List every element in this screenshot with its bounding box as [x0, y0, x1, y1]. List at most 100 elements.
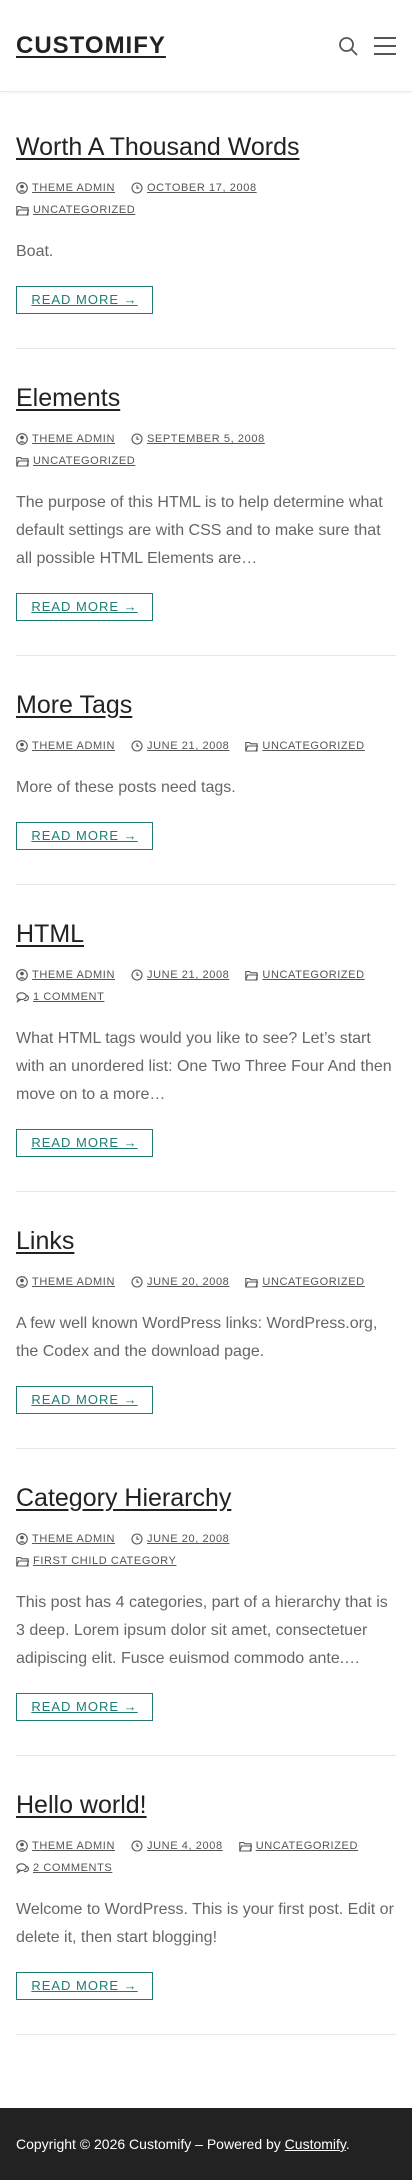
- post-author-text: THEME ADMIN: [32, 969, 115, 981]
- post-date-link[interactable]: JUNE 20, 2008: [131, 1533, 229, 1545]
- post-date-text: OCTOBER 17, 2008: [147, 182, 257, 194]
- post-title-link[interactable]: Worth A Thousand Words: [16, 132, 396, 162]
- post-author-link[interactable]: THEME ADMIN: [16, 433, 115, 445]
- post-item: Category Hierarchy THEME ADMIN JUNE 20, …: [16, 1449, 396, 1756]
- post-author-text: THEME ADMIN: [32, 182, 115, 194]
- menu-icon-bar: [374, 44, 396, 47]
- footer-copyright: Copyright © 2026 Customify – Powered by …: [16, 2136, 350, 2152]
- post-date-link[interactable]: JUNE 20, 2008: [131, 1276, 229, 1288]
- read-more-button[interactable]: READ MORE →: [16, 1972, 153, 2000]
- post-category-text: FIRST CHILD CATEGORY: [33, 1555, 177, 1567]
- read-more-button[interactable]: READ MORE →: [16, 1693, 153, 1721]
- post-comments-link[interactable]: 2 COMMENTS: [16, 1862, 112, 1874]
- post-author-link[interactable]: THEME ADMIN: [16, 1276, 115, 1288]
- post-author-text: THEME ADMIN: [32, 1276, 115, 1288]
- read-more-button[interactable]: READ MORE →: [16, 593, 153, 621]
- post-item: More Tags THEME ADMIN JUNE 21, 2008 UNCA…: [16, 656, 396, 885]
- read-more-button[interactable]: READ MORE →: [16, 1386, 153, 1414]
- post-title-link[interactable]: More Tags: [16, 690, 396, 720]
- user-icon: [16, 969, 28, 981]
- post-date-text: JUNE 20, 2008: [147, 1533, 230, 1545]
- post-author-text: THEME ADMIN: [32, 740, 115, 752]
- post-excerpt: More of these posts need tags.: [16, 779, 236, 796]
- search-icon: [339, 36, 358, 55]
- footer-customify-link[interactable]: Customify: [285, 2136, 346, 2152]
- post-date-text: JUNE 4, 2008: [147, 1840, 223, 1852]
- post-category-text: UNCATEGORIZED: [33, 204, 136, 216]
- post-item: Hello world! THEME ADMIN JUNE 4, 2008 UN…: [16, 1756, 396, 2035]
- post-author-link[interactable]: THEME ADMIN: [16, 969, 115, 981]
- post-date-link[interactable]: SEPTEMBER 5, 2008: [131, 433, 265, 445]
- post-author-text: THEME ADMIN: [32, 1533, 115, 1545]
- post-author-link[interactable]: THEME ADMIN: [16, 1533, 115, 1545]
- post-title-link[interactable]: Links: [16, 1226, 396, 1256]
- post-meta: THEME ADMIN JUNE 20, 2008 FIRST CHILD CA…: [16, 1533, 396, 1567]
- read-more-button[interactable]: READ MORE →: [16, 286, 153, 314]
- post-category-link[interactable]: UNCATEGORIZED: [245, 969, 364, 981]
- post-date-text: JUNE 20, 2008: [147, 1276, 230, 1288]
- menu-icon-bar: [374, 52, 396, 55]
- user-icon: [16, 1840, 28, 1852]
- post-category-link[interactable]: UNCATEGORIZED: [245, 740, 364, 752]
- post-meta: THEME ADMIN OCTOBER 17, 2008 UNCATEGORIZ…: [16, 182, 396, 216]
- post-meta: THEME ADMIN JUNE 4, 2008 UNCATEGORIZED 2…: [16, 1840, 396, 1874]
- post-comments-link[interactable]: 1 COMMENT: [16, 991, 104, 1003]
- post-category-text: UNCATEGORIZED: [262, 969, 365, 981]
- post-excerpt: This post has 4 categories, part of a hi…: [16, 1594, 388, 1667]
- post-list: Worth A Thousand Words THEME ADMIN OCTOB…: [0, 92, 412, 2035]
- folder-icon: [245, 1277, 259, 1288]
- post-comments-text: 2 COMMENTS: [33, 1862, 113, 1874]
- user-icon: [16, 1533, 28, 1545]
- post-category-text: UNCATEGORIZED: [33, 455, 136, 467]
- post-author-link[interactable]: THEME ADMIN: [16, 182, 115, 194]
- folder-icon: [16, 1556, 29, 1567]
- post-item: Links THEME ADMIN JUNE 20, 2008 UNCATEGO…: [16, 1192, 396, 1449]
- post-date-link[interactable]: OCTOBER 17, 2008: [131, 182, 257, 194]
- post-excerpt: A few well known WordPress links: WordPr…: [16, 1315, 378, 1360]
- post-date-text: SEPTEMBER 5, 2008: [147, 433, 265, 445]
- read-more-button[interactable]: READ MORE →: [16, 1129, 153, 1157]
- clock-icon: [131, 740, 143, 752]
- post-title-link[interactable]: Hello world!: [16, 1790, 396, 1820]
- post-excerpt: The purpose of this HTML is to help dete…: [16, 494, 383, 567]
- user-icon: [16, 433, 28, 445]
- post-excerpt: Welcome to WordPress. This is your first…: [16, 1901, 394, 1946]
- post-title-link[interactable]: HTML: [16, 919, 396, 949]
- folder-icon: [16, 205, 29, 216]
- post-author-link[interactable]: THEME ADMIN: [16, 1840, 115, 1852]
- user-icon: [16, 1276, 28, 1288]
- menu-button[interactable]: [374, 36, 396, 55]
- post-author-link[interactable]: THEME ADMIN: [16, 740, 115, 752]
- site-header: CUSTOMIFY: [0, 0, 412, 92]
- site-footer: Copyright © 2026 Customify – Powered by …: [0, 2108, 412, 2180]
- clock-icon: [131, 969, 143, 981]
- post-meta: THEME ADMIN JUNE 21, 2008 UNCATEGORIZED …: [16, 969, 396, 1003]
- clock-icon: [131, 1533, 143, 1545]
- folder-icon: [245, 970, 259, 981]
- comments-icon: [16, 1862, 29, 1874]
- post-item: Elements THEME ADMIN SEPTEMBER 5, 2008 U…: [16, 349, 396, 656]
- post-excerpt: What HTML tags would you like to see? Le…: [16, 1030, 392, 1103]
- comments-icon: [16, 991, 29, 1003]
- post-item: Worth A Thousand Words THEME ADMIN OCTOB…: [16, 92, 396, 349]
- post-title-link[interactable]: Category Hierarchy: [16, 1483, 396, 1513]
- post-date-link[interactable]: JUNE 21, 2008: [131, 740, 229, 752]
- footer-end: .: [345, 2136, 350, 2152]
- clock-icon: [131, 1276, 143, 1288]
- post-title-link[interactable]: Elements: [16, 383, 396, 413]
- post-author-text: THEME ADMIN: [32, 1840, 115, 1852]
- post-category-link[interactable]: UNCATEGORIZED: [16, 204, 135, 216]
- post-meta: THEME ADMIN SEPTEMBER 5, 2008 UNCATEGORI…: [16, 433, 396, 467]
- read-more-button[interactable]: READ MORE →: [16, 822, 153, 850]
- folder-icon: [238, 1841, 252, 1852]
- post-category-link[interactable]: UNCATEGORIZED: [16, 455, 135, 467]
- search-button[interactable]: [338, 36, 358, 56]
- post-category-link[interactable]: UNCATEGORIZED: [238, 1840, 358, 1852]
- post-category-link[interactable]: FIRST CHILD CATEGORY: [16, 1555, 176, 1567]
- post-category-text: UNCATEGORIZED: [262, 740, 365, 752]
- post-date-link[interactable]: JUNE 4, 2008: [131, 1840, 223, 1852]
- post-category-link[interactable]: UNCATEGORIZED: [245, 1276, 364, 1288]
- site-title-link[interactable]: CUSTOMIFY: [16, 32, 166, 60]
- post-meta: THEME ADMIN JUNE 21, 2008 UNCATEGORIZED: [16, 740, 396, 752]
- post-date-link[interactable]: JUNE 21, 2008: [131, 969, 229, 981]
